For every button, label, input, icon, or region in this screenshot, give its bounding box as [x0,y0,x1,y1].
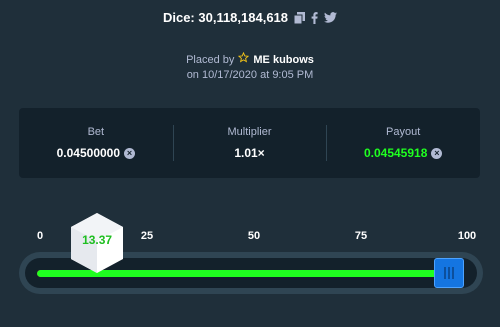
facebook-icon[interactable] [311,11,318,24]
tick-label: 50 [247,230,261,242]
tick-label: 75 [354,230,368,242]
bet-stat: Bet 0.04500000 × [19,108,173,178]
multiplier-value: 1.01× [234,146,265,160]
tick-label: 25 [140,230,154,242]
roll-result-marker: 13.37 [69,213,125,273]
roll-result-value: 13.37 [82,233,113,247]
bet-stats-panel: Bet 0.04500000 × Multiplier 1.01× Payout… [19,108,480,178]
twitter-icon[interactable] [324,12,338,23]
bet-amount: 0.04500000 [56,146,121,160]
coin-icon: × [124,147,136,159]
star-icon [238,51,250,68]
coin-icon: × [431,147,443,159]
tick-label: 100 [457,230,477,242]
tick-label: 0 [36,230,44,242]
payout-amount: 0.04545918 [363,146,428,160]
payout-stat: Payout 0.04545918 × [326,108,480,178]
multiplier-stat: Multiplier 1.01× [172,108,327,178]
bet-title: Dice: 30,118,184,618 [162,10,289,25]
placed-date: on 10/17/2020 at 9:05 PM [186,69,314,81]
copy-icon[interactable] [294,11,306,24]
bet-header: Dice: 30,118,184,618 [0,10,500,25]
placed-info: Placed by ME kubows on 10/17/2020 at 9:0… [0,51,500,83]
placed-by-label: Placed by [186,53,235,66]
payout-value: 0.04545918 × [363,146,443,160]
bet-value: 0.04500000 × [56,146,136,160]
username-link[interactable]: ME kubows [253,53,314,68]
slider-handle[interactable] [433,258,464,288]
bet-label: Bet [87,126,105,138]
payout-label: Payout [386,126,421,138]
multiplier-label: Multiplier [227,126,272,138]
